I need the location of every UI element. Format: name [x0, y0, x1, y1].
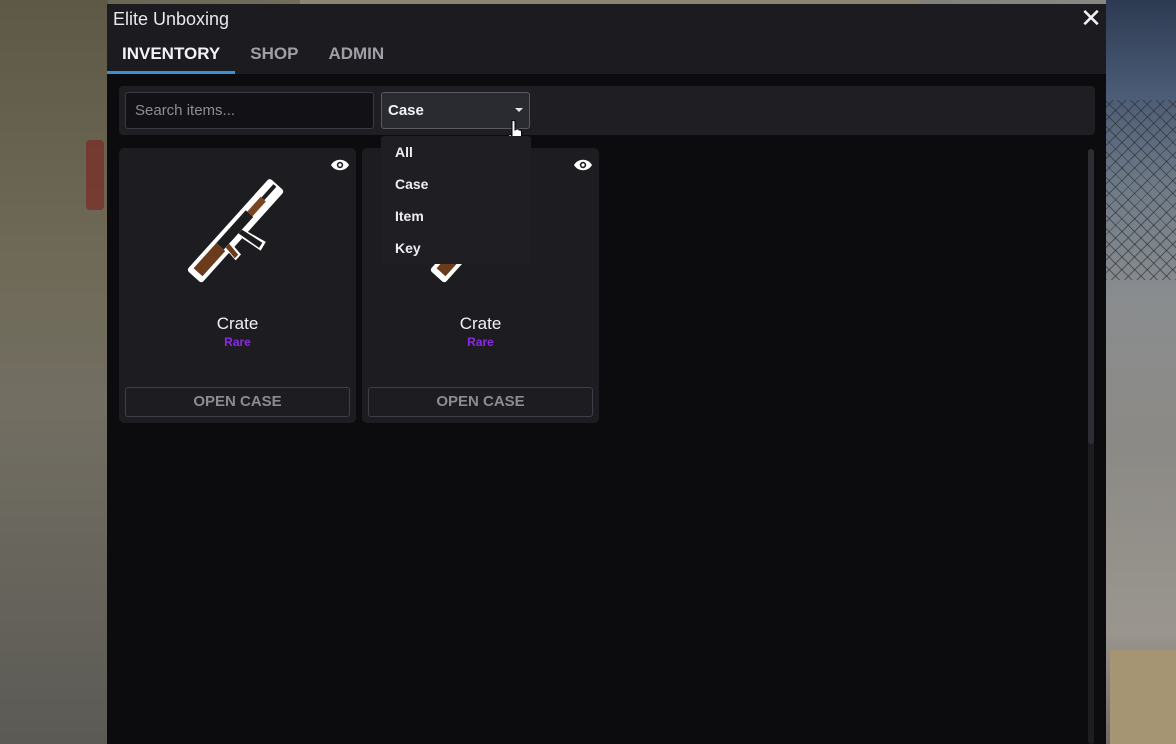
- tab-inventory[interactable]: INVENTORY: [107, 36, 236, 74]
- item-rarity: Rare: [224, 335, 251, 349]
- filter-option-key[interactable]: Key: [381, 232, 531, 264]
- tab-admin[interactable]: ADMIN: [313, 36, 399, 74]
- search-input[interactable]: Search items...: [125, 92, 374, 129]
- filter-toolbar: Search items... Case: [119, 86, 1095, 135]
- eye-icon[interactable]: [573, 158, 593, 172]
- close-icon[interactable]: ✕: [1080, 5, 1102, 31]
- open-case-button[interactable]: OPEN CASE: [368, 387, 593, 417]
- filter-option-all[interactable]: All: [381, 136, 531, 168]
- tab-bar: INVENTORY SHOP ADMIN: [107, 36, 399, 74]
- title-bar: Elite Unboxing ✕ INVENTORY SHOP ADMIN: [107, 4, 1106, 74]
- filter-option-item[interactable]: Item: [381, 200, 531, 232]
- type-filter-value: Case: [388, 102, 424, 119]
- wall-stain: [86, 140, 104, 210]
- eye-icon[interactable]: [330, 158, 350, 172]
- filter-option-case[interactable]: Case: [381, 168, 531, 200]
- window-title: Elite Unboxing: [113, 9, 230, 29]
- scrollbar[interactable]: [1088, 149, 1094, 744]
- open-case-button[interactable]: OPEN CASE: [125, 387, 350, 417]
- scrollbar-thumb[interactable]: [1088, 149, 1094, 444]
- item-name: Crate: [216, 314, 259, 333]
- tab-shop[interactable]: SHOP: [235, 36, 313, 74]
- unboxing-window: Elite Unboxing ✕ INVENTORY SHOP ADMIN Se…: [107, 4, 1106, 744]
- chevron-down-icon: [515, 108, 523, 112]
- item-name: Crate: [459, 314, 502, 333]
- item-card: Crate Rare OPEN CASE: [119, 148, 356, 423]
- game-background-right: [1106, 0, 1176, 744]
- item-rarity: Rare: [467, 335, 494, 349]
- chain-fence: [1106, 100, 1176, 280]
- rifle-icon: [187, 179, 284, 283]
- background-crate: [1110, 650, 1176, 744]
- type-filter-dropdown: All Case Item Key: [381, 136, 531, 264]
- game-background-left: [0, 0, 108, 744]
